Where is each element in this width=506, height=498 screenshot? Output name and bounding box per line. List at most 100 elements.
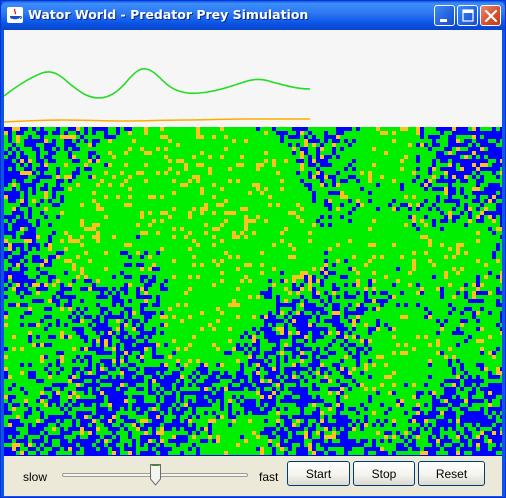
fish-cell [124,223,128,227]
fish-cell [452,147,456,151]
fish-cell [24,135,28,139]
close-button[interactable] [480,5,501,26]
fish-cell [8,307,12,311]
maximize-button[interactable] [457,5,478,26]
fish-cell [248,171,252,175]
fish-cell [424,219,428,223]
fish-cell [256,299,260,303]
fish-cell [176,291,180,295]
minimize-button[interactable] [434,5,455,26]
fish-cell [236,243,240,247]
fish-cell [500,179,504,183]
fish-cell [232,255,236,259]
fish-cell [412,175,416,179]
fish-cell [120,179,124,183]
fish-cell [440,251,444,255]
fish-cell [124,135,128,139]
shark-cell [484,207,488,211]
fish-cell [184,139,188,143]
fish-cell [80,247,84,251]
title-bar[interactable]: Wator World - Predator Prey Simulation [1,1,505,30]
fish-cell [388,271,392,275]
fish-cell [168,231,172,235]
fish-cell [36,207,40,211]
fish-cell [88,191,92,195]
fish-cell [496,263,500,267]
fish-cell [328,263,332,267]
fish-cell [32,211,36,215]
fish-cell [440,247,444,251]
fish-cell [108,143,112,147]
shark-cell [184,303,188,307]
fish-cell [160,231,164,235]
fish-cell [168,151,172,155]
shark-cell [408,271,412,275]
shark-cell [484,263,488,267]
fish-cell [64,199,68,203]
fish-cell [248,207,252,211]
fish-cell [220,211,224,215]
fish-cell [364,211,368,215]
fish-cell [284,151,288,155]
fish-cell [496,231,500,235]
fish-cell [220,147,224,151]
fish-cell [492,279,496,283]
fish-cell [424,287,428,291]
ocean-grid[interactable] [4,127,504,456]
fish-cell [348,187,352,191]
fish-cell [172,247,176,251]
fish-cell [336,271,340,275]
fish-cell [360,215,364,219]
fish-cell [52,303,56,307]
fish-cell [240,179,244,183]
fish-cell [252,127,256,131]
fish-cell [12,147,16,151]
fish-cell [80,163,84,167]
fish-cell [228,131,232,135]
fish-cell [324,219,328,223]
fish-cell [28,303,32,307]
fish-cell [204,143,208,147]
fish-cell [132,171,136,175]
fish-cell [456,195,460,199]
fish-cell [340,183,344,187]
fish-cell [180,163,184,167]
fish-cell [336,219,340,223]
shark-cell [236,267,240,271]
fish-cell [260,259,264,263]
fish-cell [84,151,88,155]
fish-cell [208,203,212,207]
fish-cell [452,263,456,267]
fish-cell [84,235,88,239]
fish-cell [324,207,328,211]
fish-cell [368,211,372,215]
fish-cell [424,171,428,175]
fish-cell [192,171,196,175]
fish-cell [488,179,492,183]
fish-cell [404,139,408,143]
fish-cell [168,207,172,211]
fish-cell [212,155,216,159]
fish-cell [364,159,368,163]
fish-cell [432,183,436,187]
shark-cell [104,171,108,175]
shark-cell [212,183,216,187]
fish-cell [228,315,232,319]
fish-cell [188,271,192,275]
fish-cell [208,211,212,215]
fish-cell [356,207,360,211]
fish-cell [208,315,212,319]
fish-cell [160,239,164,243]
fish-cell [376,191,380,195]
shark-cell [220,203,224,207]
fish-cell [384,271,388,275]
fish-cell [244,291,248,295]
fish-cell [164,295,168,299]
fish-cell [344,251,348,255]
fish-cell [144,267,148,271]
fish-cell [96,275,100,279]
fish-cell [200,239,204,243]
fish-cell [200,155,204,159]
fish-cell [192,275,196,279]
fish-cell [240,311,244,315]
